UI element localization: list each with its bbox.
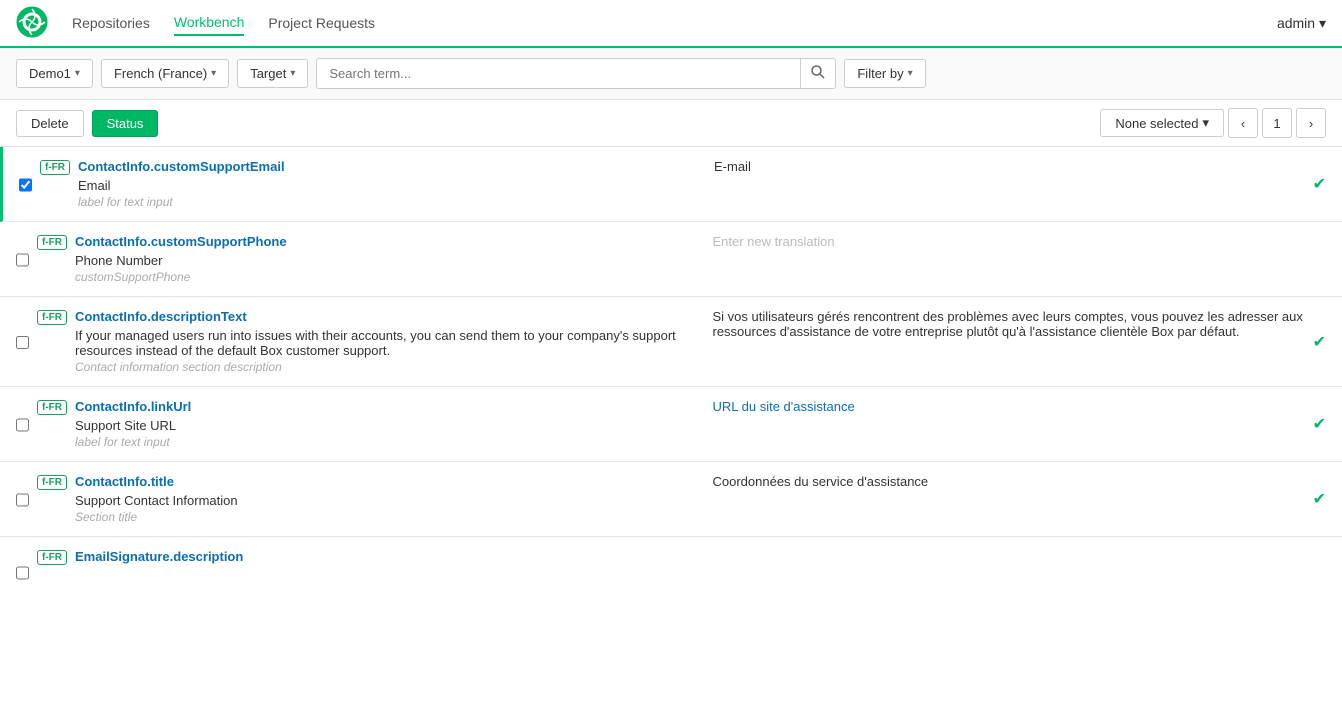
filter-dropdown[interactable]: Filter by ▾ <box>844 59 925 88</box>
row-left: ContactInfo.linkUrl Support Site URL lab… <box>75 399 713 449</box>
hint-text: label for text input <box>75 435 689 449</box>
row-checkbox[interactable] <box>16 401 29 449</box>
target-dropdown-caret: ▾ <box>290 68 295 79</box>
row-right: URL du site d'assistance ✔ <box>713 399 1327 449</box>
search-input[interactable] <box>317 60 800 87</box>
translation-key: ContactInfo.linkUrl <box>75 399 689 414</box>
checkmark-icon: ✔ <box>1313 489 1326 509</box>
nav-project-requests[interactable]: Project Requests <box>268 11 375 35</box>
locale-tag: f-FR <box>37 235 67 250</box>
translation-text: URL du site d'assistance <box>713 399 855 414</box>
hint-text: Contact information section description <box>75 360 689 374</box>
row-checkbox[interactable] <box>19 161 32 209</box>
translation-placeholder: Enter new translation <box>713 234 835 249</box>
language-dropdown[interactable]: French (France) ▾ <box>101 59 229 88</box>
translation-text: Coordonnées du service d'assistance <box>713 474 929 489</box>
page-number: 1 <box>1262 108 1292 138</box>
row-right: Coordonnées du service d'assistance ✔ <box>713 474 1327 524</box>
nav-repositories[interactable]: Repositories <box>72 11 150 35</box>
project-dropdown[interactable]: Demo1 ▾ <box>16 59 93 88</box>
topnav: Repositories Workbench Project Requests … <box>0 0 1342 48</box>
row-right <box>713 549 1327 595</box>
admin-menu[interactable]: admin ▾ <box>1277 15 1326 32</box>
row-right: Enter new translation <box>713 234 1327 284</box>
locale-tag: f-FR <box>40 160 70 175</box>
translation-key: ContactInfo.customSupportPhone <box>75 234 689 249</box>
table-row: f-FR ContactInfo.descriptionText If your… <box>0 297 1342 387</box>
locale-tag: f-FR <box>37 400 67 415</box>
table-row: f-FR EmailSignature.description <box>0 537 1342 607</box>
row-left: ContactInfo.customSupportEmail Email lab… <box>78 159 714 209</box>
table-row: f-FR ContactInfo.customSupportPhone Phon… <box>0 222 1342 297</box>
hint-text: Section title <box>75 510 689 524</box>
row-left: ContactInfo.customSupportPhone Phone Num… <box>75 234 713 284</box>
language-dropdown-caret: ▾ <box>211 68 216 79</box>
pagination-area: None selected ▾ ‹ 1 › <box>1100 108 1326 138</box>
source-text: Phone Number <box>75 253 689 268</box>
row-right: Si vos utilisateurs gérés rencontrent de… <box>713 309 1327 374</box>
row-checkbox[interactable] <box>16 476 29 524</box>
source-text: Support Site URL <box>75 418 689 433</box>
locale-tag: f-FR <box>37 310 67 325</box>
filter-dropdown-caret: ▾ <box>908 68 913 79</box>
row-checkbox[interactable] <box>16 551 29 595</box>
translation-list: f-FR ContactInfo.customSupportEmail Emai… <box>0 147 1342 607</box>
row-checkbox[interactable] <box>16 311 29 374</box>
translation-key: ContactInfo.customSupportEmail <box>78 159 690 174</box>
search-container <box>316 58 836 89</box>
delete-button[interactable]: Delete <box>16 110 84 137</box>
row-left: ContactInfo.descriptionText If your mana… <box>75 309 713 374</box>
checkmark-icon: ✔ <box>1313 174 1326 194</box>
source-text: If your managed users run into issues wi… <box>75 328 689 358</box>
none-selected-dropdown[interactable]: None selected ▾ <box>1100 109 1224 137</box>
locale-tag: f-FR <box>37 475 67 490</box>
action-bar: Delete Status None selected ▾ ‹ 1 › <box>0 100 1342 147</box>
hint-text: customSupportPhone <box>75 270 689 284</box>
translation-text: Si vos utilisateurs gérés rencontrent de… <box>713 309 1313 339</box>
checkmark-icon: ✔ <box>1313 414 1326 434</box>
hint-text: label for text input <box>78 195 690 209</box>
table-row: f-FR ContactInfo.title Support Contact I… <box>0 462 1342 537</box>
project-dropdown-caret: ▾ <box>75 68 80 79</box>
row-left: EmailSignature.description <box>75 549 713 595</box>
translation-text: E-mail <box>714 159 751 174</box>
page-next-button[interactable]: › <box>1296 108 1326 138</box>
table-row: f-FR ContactInfo.customSupportEmail Emai… <box>0 147 1342 222</box>
logo <box>16 6 48 41</box>
source-text: Email <box>78 178 690 193</box>
search-button[interactable] <box>800 59 835 88</box>
row-right: E-mail ✔ <box>714 159 1326 209</box>
source-text: Support Contact Information <box>75 493 689 508</box>
nav-workbench[interactable]: Workbench <box>174 10 245 36</box>
translation-key: EmailSignature.description <box>75 549 689 564</box>
translation-key: ContactInfo.title <box>75 474 689 489</box>
row-left: ContactInfo.title Support Contact Inform… <box>75 474 713 524</box>
status-button[interactable]: Status <box>92 110 159 137</box>
row-checkbox[interactable] <box>16 236 29 284</box>
target-dropdown[interactable]: Target ▾ <box>237 59 308 88</box>
toolbar: Demo1 ▾ French (France) ▾ Target ▾ Filte… <box>0 48 1342 100</box>
locale-tag: f-FR <box>37 550 67 565</box>
none-selected-caret: ▾ <box>1202 115 1209 131</box>
translation-key: ContactInfo.descriptionText <box>75 309 689 324</box>
table-row: f-FR ContactInfo.linkUrl Support Site UR… <box>0 387 1342 462</box>
checkmark-icon: ✔ <box>1313 332 1326 352</box>
page-prev-button[interactable]: ‹ <box>1228 108 1258 138</box>
